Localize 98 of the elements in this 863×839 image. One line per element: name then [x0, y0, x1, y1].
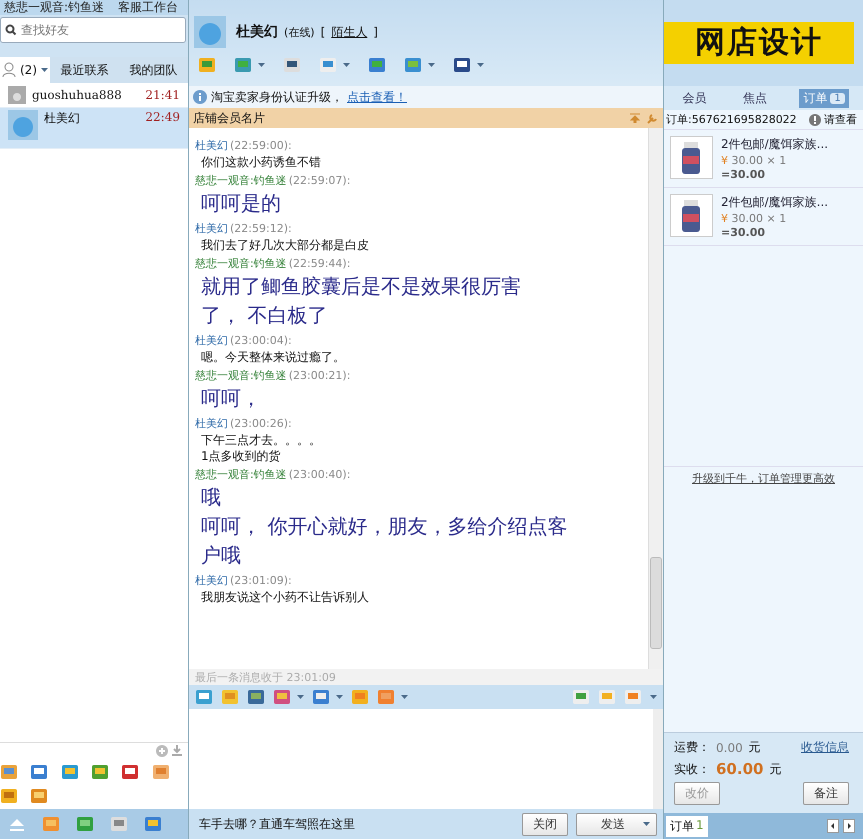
scroll-thumb[interactable] — [650, 557, 662, 649]
eject-icon[interactable] — [8, 817, 26, 831]
product-price: ¥ 30.00 × 1 — [721, 154, 788, 167]
contact-item[interactable]: 杜美幻 22:49 — [0, 108, 188, 149]
wrench-icon[interactable] — [646, 112, 657, 124]
product-title[interactable]: 2件包邮/魔饵家族... — [721, 136, 828, 153]
alert-icon — [809, 114, 821, 126]
add-icon[interactable] — [156, 745, 168, 757]
product-title[interactable]: 2件包邮/魔饵家族... — [721, 194, 828, 211]
notice-link[interactable]: 点击查看！ — [347, 88, 407, 106]
scrollbar[interactable] — [653, 709, 663, 809]
message-text: 呵呵， — [200, 385, 262, 412]
message-time: (23:00:04): — [230, 334, 292, 347]
message-time: (23:00:26): — [230, 417, 292, 430]
sender-name: 杜美幻 — [195, 334, 228, 347]
shipping-label: 运费： — [674, 739, 710, 756]
last-message-time: 最后一条消息收于 23:01:09 — [189, 669, 663, 685]
paid-label: 实收： — [674, 760, 710, 778]
note-button[interactable]: 备注 — [803, 782, 849, 805]
caret-icon[interactable] — [258, 63, 265, 67]
order-number: 订单:567621695828022 — [666, 112, 797, 127]
caret-icon[interactable] — [336, 695, 343, 699]
app-name: 客服工作台 — [118, 0, 178, 15]
caret-icon[interactable] — [477, 63, 484, 67]
message-text: 呵呵是的 — [200, 190, 282, 217]
message-time: (22:59:07): — [288, 174, 350, 187]
info-icon — [193, 90, 207, 104]
message-text: 下午三点才去。。。。 1点多收到的货 — [200, 432, 322, 464]
contact-time: 22:49 — [145, 110, 180, 124]
contact-item[interactable]: guoshuhua888 21:41 — [0, 83, 188, 108]
sender-name: 杜美幻 — [195, 417, 228, 430]
contact-status: (在线) — [284, 24, 315, 40]
send-button[interactable]: 发送 — [576, 812, 657, 836]
caret-icon[interactable] — [643, 822, 650, 826]
pin-top-icon[interactable] — [630, 112, 640, 122]
sender-name: 慈悲一观音:钓鱼迷 — [195, 468, 287, 481]
contacts-tab[interactable]: (2) — [0, 57, 50, 83]
sender-name: 慈悲一观音:钓鱼迷 — [195, 174, 287, 187]
product-bottle-image — [670, 136, 713, 179]
product-price: ¥ 30.00 × 1 — [721, 212, 788, 225]
message-time: (22:59:12): — [230, 222, 292, 235]
promo-text[interactable]: 车手去哪？直通车驾照在这里 — [199, 816, 355, 832]
message-time: (23:00:21): — [288, 369, 350, 382]
message-time: (22:59:44): — [288, 257, 350, 270]
caret-icon[interactable] — [428, 63, 435, 67]
search-icon — [5, 24, 17, 36]
bracket: [ — [320, 25, 326, 39]
order-tab[interactable]: 订单 1 — [666, 816, 708, 836]
panel-tab[interactable]: 会员 — [678, 88, 710, 108]
message-time: (23:00:40): — [288, 468, 350, 481]
paid-amount: 60.00 — [716, 760, 764, 778]
banner-ad[interactable]: 网店设计 — [664, 22, 854, 64]
stranger-link[interactable]: 陌生人 — [331, 24, 368, 40]
message-text: 我朋友说这个小药不让告诉别人 — [200, 589, 370, 605]
shipping-value: 0.00 — [716, 740, 743, 754]
message-time: (22:59:00): — [230, 139, 292, 152]
message-text: 我们去了好几次大部分都是白皮 — [200, 237, 370, 253]
message-text: 哦 呵呵， 你开心就好，朋友，多给介绍点客 户哦 — [200, 484, 568, 569]
product-total: =30.00 — [721, 168, 766, 181]
caret-icon[interactable] — [650, 695, 657, 699]
currency-unit: 元 — [748, 739, 761, 756]
scroll-left-icon[interactable] — [827, 819, 839, 833]
panel-tab[interactable]: 订单 1 — [799, 88, 849, 108]
contact-time: 21:41 — [145, 88, 180, 102]
avatar-icon — [8, 110, 38, 140]
caret-icon[interactable] — [297, 695, 304, 699]
avatar-icon — [8, 86, 26, 104]
card-bar-title: 店铺会员名片 — [193, 110, 265, 126]
download-icon[interactable] — [172, 745, 182, 756]
sender-name: 杜美幻 — [195, 222, 228, 235]
scrollbar[interactable] — [648, 128, 663, 669]
product-bottle-image — [670, 194, 713, 237]
panel-tab[interactable]: 焦点 — [738, 88, 771, 108]
product-total: =30.00 — [721, 226, 766, 239]
shipping-info-link[interactable]: 收货信息 — [801, 739, 849, 756]
window-title: 慈悲一观音:钓鱼迷 — [4, 0, 104, 15]
count-badge: 1 — [830, 92, 845, 104]
message-text: 就用了鲫鱼胶囊后是不是效果很厉害 了， 不白板了 — [200, 273, 522, 329]
caret-icon[interactable] — [343, 63, 350, 67]
view-link[interactable]: 请查看 — [824, 112, 857, 127]
sender-name: 杜美幻 — [195, 574, 228, 587]
contact-name: 杜美幻 — [236, 23, 278, 41]
notice-text: 淘宝卖家身份认证升级， — [211, 88, 343, 106]
scroll-right-icon[interactable] — [843, 819, 855, 833]
caret-icon[interactable] — [41, 68, 48, 72]
message-text: 嗯。今天整体来说过瘾了。 — [200, 349, 346, 365]
currency-unit: 元 — [769, 760, 782, 778]
sender-name: 慈悲一观音:钓鱼迷 — [195, 369, 287, 382]
sender-name: 慈悲一观音:钓鱼迷 — [195, 257, 287, 270]
search-field[interactable]: 查找好友 — [0, 17, 186, 43]
caret-icon[interactable] — [401, 695, 408, 699]
message-text: 你们这款小药诱鱼不错 — [200, 154, 322, 170]
upgrade-link[interactable]: 升级到千牛，订单管理更高效 — [664, 466, 863, 486]
sender-name: 杜美幻 — [195, 139, 228, 152]
close-button[interactable]: 关闭 — [522, 812, 568, 836]
contact-avatar — [194, 16, 226, 48]
bracket: ] — [373, 25, 378, 39]
message-time: (23:01:09): — [230, 574, 292, 587]
